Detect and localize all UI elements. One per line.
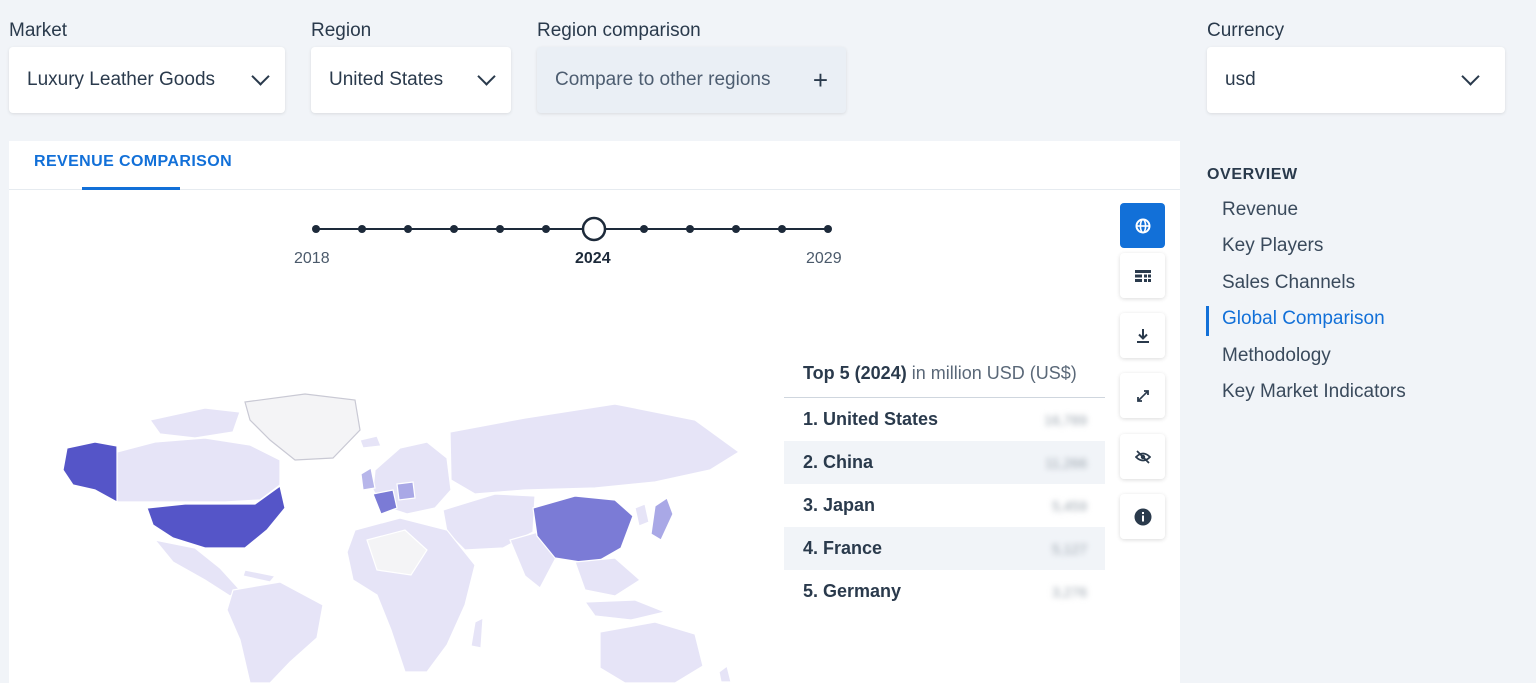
year-start: 2018	[294, 250, 330, 267]
row-label: 4. France	[803, 538, 883, 558]
globe-view-button[interactable]	[1120, 203, 1165, 248]
year-end: 2029	[806, 250, 842, 267]
timeline-dot	[732, 225, 740, 233]
arctic-islands	[148, 407, 241, 439]
nav-item-methodology[interactable]: Methodology	[1222, 345, 1331, 367]
info-button[interactable]	[1120, 494, 1165, 539]
nav-item-sales-channels[interactable]: Sales Channels	[1222, 272, 1355, 294]
table-view-button[interactable]	[1120, 253, 1165, 298]
indonesia	[583, 599, 667, 621]
russia	[449, 403, 741, 495]
row-label: 2. China	[803, 452, 874, 472]
table-row: 1. United States 16,789	[784, 398, 1105, 441]
south-america	[226, 581, 324, 683]
alaska	[62, 441, 118, 504]
region-comparison-label: Region comparison	[537, 20, 701, 41]
year-timeline[interactable]	[300, 212, 840, 246]
region-label: Region	[311, 20, 372, 41]
download-button[interactable]	[1120, 313, 1165, 358]
row-label: 1. United States	[803, 409, 939, 429]
madagascar	[470, 616, 484, 649]
new-zealand	[718, 664, 732, 683]
market-value: Luxury Leather Goods	[27, 69, 216, 90]
row-label: 3. Japan	[803, 495, 876, 515]
timeline-dot	[542, 225, 550, 233]
download-icon	[1136, 328, 1149, 343]
australia	[599, 621, 704, 683]
caribbean	[242, 569, 277, 583]
row-value: 11,266	[1045, 454, 1087, 471]
row-label: 5. Germany	[803, 581, 902, 601]
world-map[interactable]	[55, 390, 745, 683]
currency-value: usd	[1225, 69, 1256, 90]
chevron-down-icon	[1461, 67, 1480, 86]
korea	[634, 503, 650, 527]
table-row: 4. France 5,127	[784, 527, 1105, 570]
table-icon	[1134, 269, 1151, 282]
currency-label: Currency	[1207, 20, 1285, 41]
row-value: 5,459	[1051, 497, 1087, 514]
row-value: 16,789	[1044, 411, 1087, 428]
tab-divider	[9, 189, 1180, 190]
nav-item-key-market-indicators[interactable]: Key Market Indicators	[1222, 381, 1406, 403]
table-row: 2. China 11,266	[784, 441, 1105, 484]
timeline-dot	[824, 225, 832, 233]
nav-item-key-players[interactable]: Key Players	[1222, 235, 1323, 257]
info-icon	[1134, 508, 1151, 525]
top5-heading: Top 5 (2024) in million USD (US$)	[803, 363, 1077, 383]
hide-icon	[1134, 449, 1151, 464]
hide-chart-button[interactable]	[1120, 434, 1165, 479]
year-active: 2024	[575, 250, 611, 267]
timeline-dot	[496, 225, 504, 233]
france	[372, 489, 398, 515]
timeline-handle	[581, 216, 607, 242]
timeline-dot	[358, 225, 366, 233]
table-row: 3. Japan 5,459	[784, 484, 1105, 527]
region-value: United States	[329, 69, 444, 90]
timeline-dot	[640, 225, 648, 233]
row-value: 5,127	[1051, 540, 1087, 557]
canada	[116, 437, 281, 503]
nav-item-revenue[interactable]: Revenue	[1222, 199, 1298, 221]
tab-revenue-comparison[interactable]: REVENUE COMPARISON	[34, 153, 232, 171]
iceland	[359, 435, 382, 449]
compare-regions-placeholder: Compare to other regions	[555, 69, 771, 90]
timeline-dot	[686, 225, 694, 233]
tab-active-indicator	[82, 187, 180, 190]
currency-select[interactable]: usd	[1207, 47, 1505, 113]
timeline-dot	[450, 225, 458, 233]
market-select[interactable]: Luxury Leather Goods	[9, 47, 285, 113]
chevron-down-icon	[251, 67, 270, 86]
globe-icon	[1135, 218, 1150, 233]
united-kingdom	[360, 467, 376, 491]
table-row: 5. Germany 3,276	[784, 570, 1105, 613]
timeline-dot	[404, 225, 412, 233]
nav-item-global-comparison[interactable]: Global Comparison	[1222, 308, 1385, 330]
fullscreen-button[interactable]	[1120, 373, 1165, 418]
southeast-asia	[574, 557, 641, 597]
plus-icon: +	[812, 65, 828, 95]
greenland	[244, 393, 361, 461]
row-value: 3,276	[1051, 583, 1087, 600]
expand-icon	[1136, 389, 1149, 402]
chevron-down-icon	[477, 67, 496, 86]
germany	[396, 481, 416, 501]
region-select[interactable]: United States	[311, 47, 511, 113]
timeline-dot	[312, 225, 320, 233]
compare-regions-button[interactable]: Compare to other regions +	[537, 47, 846, 113]
timeline-dot	[778, 225, 786, 233]
overview-heading: OVERVIEW	[1207, 166, 1298, 183]
japan	[650, 497, 674, 541]
market-label: Market	[9, 20, 68, 41]
nav-active-indicator	[1206, 306, 1209, 336]
